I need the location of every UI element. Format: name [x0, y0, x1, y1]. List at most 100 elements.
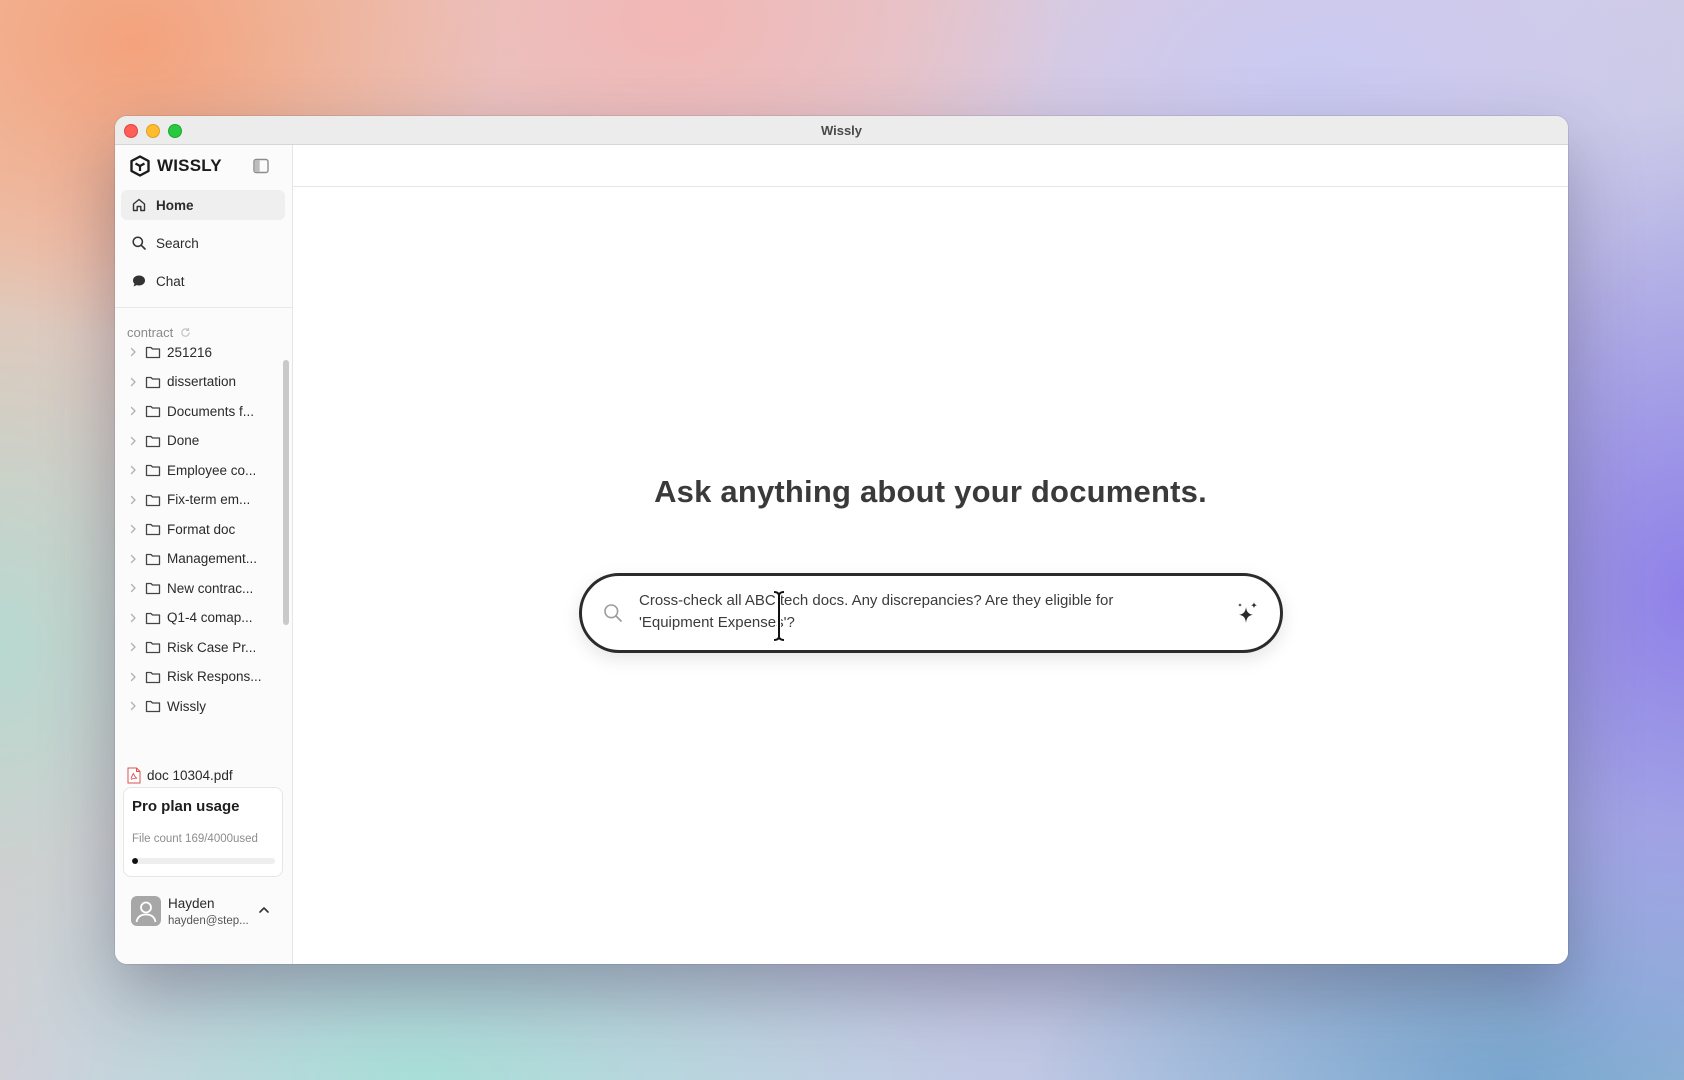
- folder-icon: [145, 464, 161, 477]
- folder-item[interactable]: New contrac...: [127, 575, 279, 601]
- chevron-right-icon[interactable]: [127, 464, 139, 476]
- minimize-window-button[interactable]: [146, 124, 160, 138]
- plan-usage-card: Pro plan usage File count 169/4000used: [123, 787, 283, 877]
- workspace-name: contract: [127, 325, 174, 340]
- brand-name: WISSLY: [157, 156, 222, 175]
- folder-item[interactable]: Risk Respons...: [127, 664, 279, 690]
- user-icon: [135, 901, 157, 923]
- avatar: [131, 896, 161, 926]
- folder-icon: [145, 582, 161, 595]
- folder-label: Employee co...: [167, 462, 257, 478]
- sidebar-scrollbar[interactable]: [283, 360, 289, 625]
- folder-item[interactable]: Employee co...: [127, 457, 279, 483]
- main-content: Ask anything about your documents. Cross…: [293, 145, 1568, 964]
- file-label: doc 10304.pdf: [147, 767, 233, 783]
- search-icon: [604, 604, 622, 622]
- title-bar: Wissly: [115, 116, 1568, 145]
- refresh-icon[interactable]: [180, 327, 191, 338]
- plan-file-count: File count 169/4000used: [132, 833, 258, 845]
- sidebar: WISSLY Home Search Chat contract 251216 …: [115, 145, 293, 964]
- folder-item[interactable]: Format doc: [127, 516, 279, 542]
- chevron-right-icon[interactable]: [127, 435, 139, 447]
- folder-label: Documents f...: [167, 403, 255, 419]
- chevron-right-icon[interactable]: [127, 553, 139, 565]
- sidebar-toggle-icon[interactable]: [252, 157, 270, 175]
- window-title: Wissly: [820, 122, 863, 138]
- search-icon: [132, 236, 146, 250]
- close-window-button[interactable]: [124, 124, 138, 138]
- nav-item-chat[interactable]: Chat: [121, 266, 285, 296]
- folder-item[interactable]: Q1-4 comap...: [127, 605, 279, 631]
- chevron-right-icon[interactable]: [127, 523, 139, 535]
- folder-icon: [145, 612, 161, 624]
- folder-label: Fix-term em...: [167, 492, 251, 507]
- folder-icon: [145, 405, 161, 418]
- chevron-right-icon[interactable]: [127, 405, 139, 417]
- user-menu[interactable]: Hayden hayden@step...: [123, 893, 283, 935]
- chevron-right-icon[interactable]: [127, 346, 139, 358]
- file-item-pdf[interactable]: doc 10304.pdf: [127, 762, 233, 788]
- chevron-right-icon[interactable]: [127, 641, 139, 653]
- nav-item-search[interactable]: Search: [121, 228, 285, 258]
- nav-item-home[interactable]: Home: [121, 190, 285, 220]
- folder-label: Wissly: [167, 698, 206, 714]
- folder-icon: [145, 553, 161, 565]
- folder-icon: [145, 641, 161, 654]
- chevron-right-icon[interactable]: [127, 582, 139, 594]
- wissly-logo-icon: [130, 155, 150, 177]
- folder-label: Management...: [167, 551, 258, 566]
- chevron-right-icon[interactable]: [127, 494, 139, 506]
- pdf-file-icon: [127, 767, 141, 783]
- chevron-right-icon[interactable]: [127, 671, 139, 683]
- chat-bubble-icon: [133, 275, 145, 287]
- folder-item[interactable]: dissertation: [127, 369, 279, 395]
- user-name: Hayden: [168, 896, 215, 911]
- ask-input-box[interactable]: Cross-check all ABC tech docs. Any discr…: [579, 573, 1283, 653]
- chevron-up-icon: [259, 907, 269, 913]
- folder-item[interactable]: 251216: [127, 339, 279, 365]
- folder-icon: [145, 523, 161, 536]
- folder-label: 251216: [167, 344, 213, 360]
- folder-icon: [145, 671, 161, 683]
- folder-icon: [145, 435, 161, 447]
- folder-item[interactable]: Wissly: [127, 693, 279, 719]
- plan-usage-progress: [132, 858, 275, 864]
- folder-label: Format doc: [167, 521, 236, 537]
- user-email: hayden@step...: [168, 915, 249, 927]
- main-header-bar: [293, 145, 1568, 187]
- folder-label: dissertation: [167, 374, 237, 389]
- folder-icon: [145, 346, 161, 359]
- nav-label-chat: Chat: [156, 273, 185, 289]
- folder-item[interactable]: Management...: [127, 546, 279, 572]
- home-icon: [132, 198, 146, 212]
- chevron-right-icon[interactable]: [127, 700, 139, 712]
- plan-usage-title: Pro plan usage: [132, 798, 240, 815]
- folder-label: New contrac...: [167, 580, 254, 596]
- folder-item[interactable]: Fix-term em...: [127, 487, 279, 513]
- folder-item[interactable]: Risk Case Pr...: [127, 634, 279, 660]
- folder-label: Risk Respons...: [167, 669, 262, 684]
- folder-label: Done: [167, 433, 200, 448]
- folder-label: Q1-4 comap...: [167, 610, 253, 625]
- chevron-right-icon[interactable]: [127, 612, 139, 624]
- folder-icon: [145, 376, 161, 388]
- workspace-section-label: contract: [127, 325, 191, 340]
- nav-label-search: Search: [156, 235, 199, 251]
- window-controls: [124, 124, 182, 138]
- ask-input-text[interactable]: Cross-check all ABC tech docs. Any discr…: [639, 590, 1159, 634]
- plan-usage-progress-fill: [132, 858, 139, 864]
- nav-label-home: Home: [156, 197, 194, 213]
- folder-icon: [145, 700, 161, 713]
- brand: WISSLY: [129, 155, 222, 177]
- sparkle-icon[interactable]: [1234, 599, 1260, 629]
- folder-icon: [145, 494, 161, 506]
- folder-label: Risk Case Pr...: [167, 639, 257, 655]
- folder-item[interactable]: Done: [127, 428, 279, 454]
- sidebar-divider: [115, 307, 292, 308]
- page-title: Ask anything about your documents.: [654, 474, 1207, 509]
- chevron-right-icon[interactable]: [127, 376, 139, 388]
- folder-item[interactable]: Documents f...: [127, 398, 279, 424]
- app-window: Wissly WISSLY Home Search Chat contract …: [115, 116, 1568, 964]
- text-cursor-icon: [773, 590, 785, 642]
- zoom-window-button[interactable]: [168, 124, 182, 138]
